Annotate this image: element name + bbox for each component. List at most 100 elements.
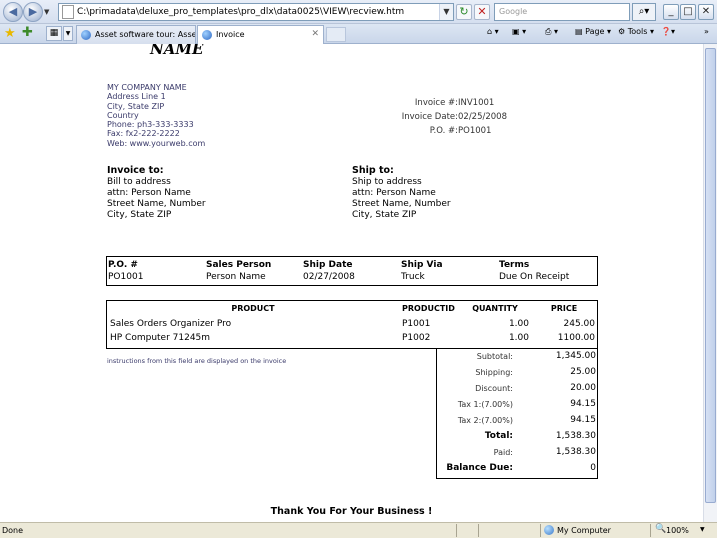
address-toolbar: ◀ ▶ ▼ C:\primadata\deluxe_pro_templates\… — [0, 0, 717, 24]
invoice-to-title: Invoice to: — [107, 165, 164, 176]
bill-line: attn: Person Name — [107, 188, 191, 198]
back-arrow-icon[interactable]: ◀ — [3, 2, 23, 22]
help-icon[interactable]: ❓▾ — [661, 27, 675, 36]
page-menu-label: Page — [585, 27, 605, 36]
total-label: Shipping: — [475, 368, 513, 377]
order-ship-via: Truck — [401, 272, 425, 282]
company-web: Web: www.yourweb.com — [107, 138, 206, 148]
col-header-ship-via: Ship Via — [401, 259, 443, 270]
vertical-scrollbar[interactable] — [703, 44, 717, 522]
product-table: PRODUCT PRODUCTID QUANTITY PRICE Sales O… — [106, 300, 598, 349]
status-divider — [540, 524, 541, 537]
company-city: City, State ZIP — [107, 101, 165, 111]
zoom-dropdown-icon[interactable]: ▼ — [700, 526, 705, 533]
product-header-row: PRODUCT PRODUCTID QUANTITY PRICE — [107, 301, 597, 317]
order-terms: Due On Receipt — [499, 272, 570, 282]
status-divider — [478, 524, 479, 537]
toolbar-chevron-icon[interactable]: » — [704, 27, 709, 36]
history-dropdown-icon[interactable]: ▼ — [44, 8, 49, 16]
zoom-icon[interactable]: 🔍 — [655, 524, 666, 534]
forward-arrow-icon[interactable]: ▶ — [23, 2, 43, 22]
quick-tabs-icon[interactable]: ▦ — [46, 26, 62, 41]
search-icon[interactable]: ⌕▾ — [632, 3, 656, 21]
company-fax: Fax: fx2-222-2222 — [107, 129, 180, 139]
ship-line: attn: Person Name — [352, 188, 436, 198]
refresh-icon[interactable]: ↻ — [456, 4, 472, 20]
col-header-price: PRICE — [550, 304, 578, 313]
total-value: 20.00 — [570, 383, 596, 393]
total-label: Discount: — [475, 384, 513, 393]
ship-line: City, State ZIP — [352, 210, 417, 220]
bill-line: Bill to address — [107, 177, 171, 187]
close-window-button[interactable]: ✕ — [698, 4, 714, 20]
tab-asset-software[interactable]: Asset software tour: Asset S... — [76, 25, 196, 44]
page-menu[interactable]: ▤ Page ▾ — [575, 27, 611, 36]
tab-toolbar: ★ ✚ ▦ ▼ Asset software tour: Asset S... … — [0, 24, 717, 45]
col-header-sales-person: Sales Person — [206, 259, 272, 270]
tab-list-dropdown-icon[interactable]: ▼ — [63, 26, 73, 41]
product-qty: 1.00 — [508, 319, 529, 329]
scrollbar-thumb[interactable] — [705, 48, 716, 503]
tools-menu-label: Tools — [627, 27, 648, 36]
invoice-number-row: Invoice #: INV1001 — [380, 96, 507, 110]
zoom-level[interactable]: 100% — [666, 526, 689, 535]
page-icon — [62, 5, 74, 19]
invoice-meta: Invoice #: INV1001 Invoice Date: 02/25/2… — [380, 96, 507, 138]
balance-due-row: Balance Due: 0 — [437, 461, 597, 477]
invoice-date-row: Invoice Date: 02/25/2008 — [380, 110, 507, 124]
company-name-heading: NAME — [150, 44, 204, 58]
home-icon[interactable]: ⌂ ▾ — [487, 27, 499, 36]
tab-label: Asset software tour: Asset S... — [95, 30, 195, 39]
ship-line: Ship to address — [352, 177, 422, 187]
maximize-button[interactable]: □ — [680, 4, 696, 20]
ship-line: Street Name, Number — [352, 199, 451, 209]
shipping-row: Shipping: 25.00 — [437, 365, 597, 381]
total-label: Total: — [484, 431, 513, 441]
page-content: NAME MY COMPANY NAME Address Line 1 City… — [0, 44, 703, 522]
tab-label: Invoice — [216, 30, 245, 39]
total-value: 25.00 — [570, 367, 596, 377]
status-divider — [456, 524, 457, 537]
ie-globe-icon — [202, 30, 212, 40]
tax2-row: Tax 2:(7.00%) 94.15 — [437, 413, 597, 429]
new-tab-button[interactable] — [326, 27, 346, 42]
po-number-row: P.O. #: PO1001 — [380, 124, 507, 138]
minimize-button[interactable]: _ — [663, 4, 679, 20]
favorites-star-icon[interactable]: ★ — [4, 26, 16, 41]
address-dropdown-icon[interactable]: ▼ — [439, 4, 453, 20]
total-value: 0 — [590, 463, 596, 473]
tools-menu[interactable]: ⚙ Tools ▾ — [618, 27, 654, 36]
subtotal-row: Subtotal: 1,345.00 — [437, 349, 597, 365]
search-input[interactable]: Google — [494, 3, 630, 21]
address-input[interactable]: C:\primadata\deluxe_pro_templates\pro_dl… — [77, 7, 439, 17]
product-id: P1002 — [402, 333, 431, 343]
feeds-icon[interactable]: ▣ ▾ — [512, 27, 526, 36]
order-ship-date: 02/27/2008 — [303, 272, 355, 282]
product-price: 1100.00 — [557, 333, 595, 343]
company-name: MY COMPANY NAME — [107, 83, 187, 92]
total-value: 94.15 — [570, 399, 596, 409]
address-bar[interactable]: C:\primadata\deluxe_pro_templates\pro_dl… — [58, 3, 454, 21]
company-info: MY COMPANY NAME Address Line 1 City, Sta… — [107, 83, 205, 148]
meta-label: P.O. #: — [429, 126, 458, 136]
bill-line: City, State ZIP — [107, 210, 172, 220]
paid-row: Paid: 1,538.30 — [437, 445, 597, 461]
product-id: P1001 — [402, 319, 431, 329]
col-header-quantity: QUANTITY — [472, 304, 518, 313]
ie-globe-icon — [81, 30, 91, 40]
tax1-row: Tax 1:(7.00%) 94.15 — [437, 397, 597, 413]
ship-to-title: Ship to: — [352, 165, 394, 176]
print-icon[interactable]: ⎙ ▾ — [545, 27, 558, 37]
stop-icon[interactable]: ✕ — [474, 4, 490, 20]
tab-close-icon[interactable]: ✕ — [311, 29, 319, 39]
order-po: PO1001 — [108, 272, 144, 282]
status-bar: Done My Computer 🔍 100% ▼ — [0, 522, 717, 538]
col-header-ship-date: Ship Date — [303, 259, 353, 270]
computer-zone-icon — [544, 525, 554, 535]
product-qty: 1.00 — [508, 333, 529, 343]
add-favorites-icon[interactable]: ✚ — [22, 25, 33, 40]
total-value: 94.15 — [570, 415, 596, 425]
invoice-number: INV1001 — [458, 98, 495, 108]
status-text: Done — [2, 526, 24, 535]
tab-invoice[interactable]: Invoice ✕ — [197, 25, 324, 45]
